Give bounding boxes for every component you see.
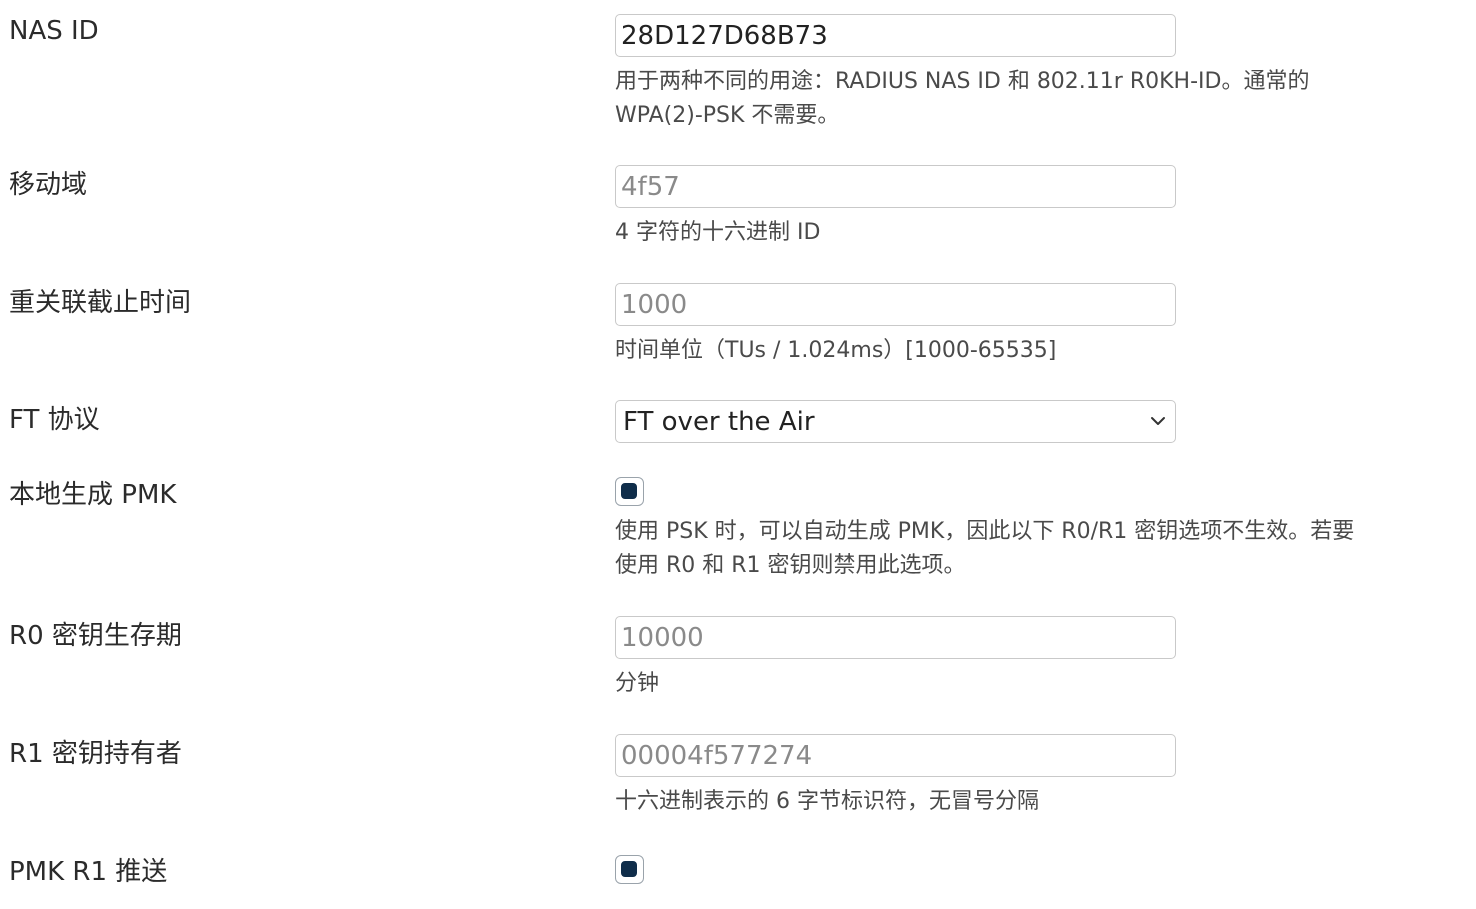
r1-key-holder-input[interactable] xyxy=(615,734,1176,777)
nas-id-input[interactable] xyxy=(615,14,1176,57)
mobility-domain-input[interactable] xyxy=(615,165,1176,208)
nas-id-help-line1: 用于两种不同的用途：RADIUS NAS ID 和 802.11r R0KH-I… xyxy=(615,69,1310,94)
r1-key-holder-label: R1 密钥持有者 xyxy=(9,739,182,769)
mobility-domain-field: 4 字符的十六进制 ID xyxy=(615,165,1476,250)
r1-key-holder-help: 十六进制表示的 6 字节标识符，无冒号分隔 xyxy=(615,789,1039,814)
nas-id-label: NAS ID xyxy=(9,16,99,46)
reassoc-deadline-help: 时间单位（TUs / 1.024ms）[1000-65535] xyxy=(615,338,1057,363)
ft-protocol-field: FT over the Air xyxy=(615,400,1476,443)
mobility-domain-help: 4 字符的十六进制 ID xyxy=(615,220,821,245)
pmk-r1-push-checkbox[interactable] xyxy=(615,855,644,884)
local-pmk-help: 使用 PSK 时，可以自动生成 PMK，因此以下 R0/R1 密钥选项不生效。若… xyxy=(615,515,1460,583)
r1-key-holder-field: 十六进制表示的 6 字节标识符，无冒号分隔 xyxy=(615,734,1476,819)
ft-protocol-label: FT 协议 xyxy=(9,405,100,435)
nas-id-help: 用于两种不同的用途：RADIUS NAS ID 和 802.11r R0KH-I… xyxy=(615,65,1460,133)
local-pmk-checkbox[interactable] xyxy=(615,477,644,506)
local-pmk-label: 本地生成 PMK xyxy=(9,480,177,510)
r0-lifetime-field: 分钟 xyxy=(615,616,1476,701)
pmk-r1-push-checkbox-fill xyxy=(621,861,637,877)
r0-lifetime-help: 分钟 xyxy=(615,671,660,696)
r0-lifetime-label: R0 密钥生存期 xyxy=(9,621,182,651)
pmk-r1-push-label: PMK R1 推送 xyxy=(9,857,168,887)
chevron-down-icon xyxy=(1151,417,1165,425)
mobility-domain-label: 移动域 xyxy=(9,170,88,200)
nas-id-field: 用于两种不同的用途：RADIUS NAS ID 和 802.11r R0KH-I… xyxy=(615,14,1476,133)
reassoc-deadline-label: 重关联截止时间 xyxy=(9,288,192,318)
ft-protocol-selected-value: FT over the Air xyxy=(623,407,815,437)
local-pmk-help-line1: 使用 PSK 时，可以自动生成 PMK，因此以下 R0/R1 密钥选项不生效。若… xyxy=(615,519,1355,544)
local-pmk-checkbox-fill xyxy=(621,483,637,499)
local-pmk-help-line2: 使用 R0 和 R1 密钥则禁用此选项。 xyxy=(615,553,966,578)
reassoc-deadline-input[interactable] xyxy=(615,283,1176,326)
r0-lifetime-input[interactable] xyxy=(615,616,1176,659)
ft-protocol-select[interactable]: FT over the Air xyxy=(615,400,1176,443)
nas-id-help-line2: WPA(2)-PSK 不需要。 xyxy=(615,103,840,128)
reassoc-deadline-field: 时间单位（TUs / 1.024ms）[1000-65535] xyxy=(615,283,1476,368)
